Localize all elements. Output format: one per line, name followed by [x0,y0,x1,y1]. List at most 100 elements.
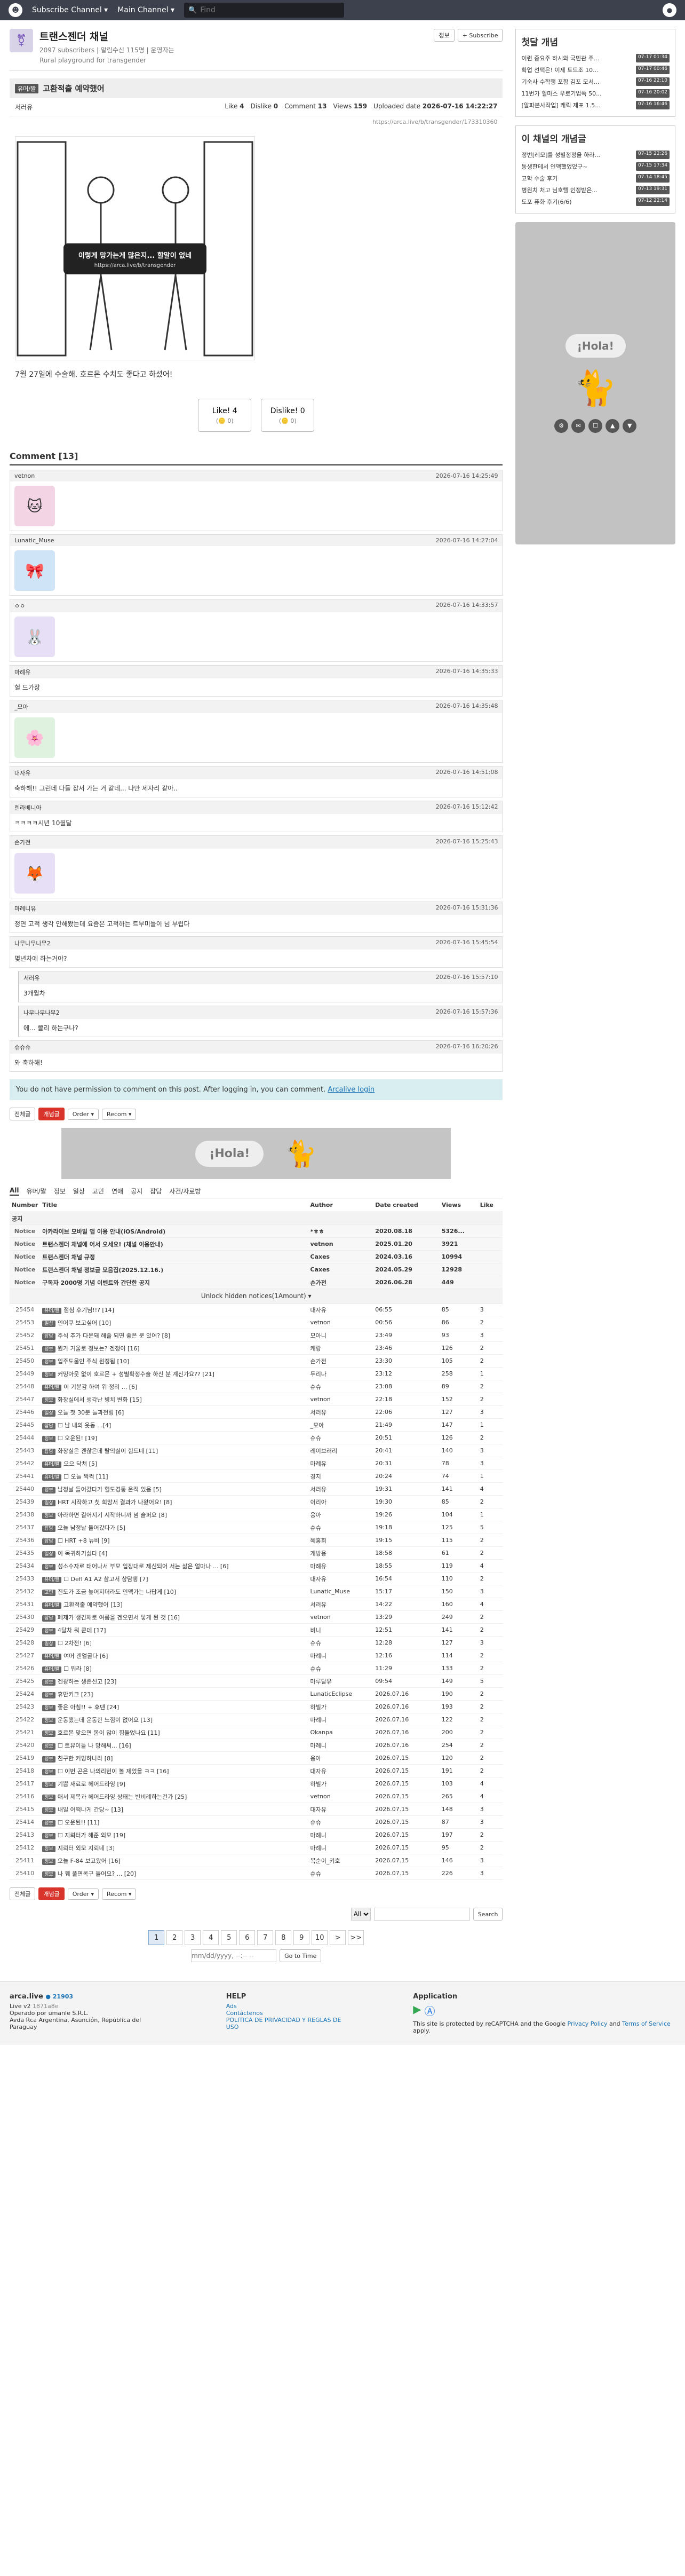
page-button[interactable]: 9 [293,1930,310,1945]
post-author[interactable]: LunaticEclipse [308,1687,373,1701]
login-link[interactable]: Arcalive login [328,1086,375,1094]
table-row[interactable]: 25416 정보 애서 제목과 헤어드라잉 상태는 반비례하는건가 [25] vetn… [10,1790,503,1803]
recom-dropdown-bottom[interactable]: Recom ▾ [102,1888,137,1900]
table-row[interactable]: 25413 정보 ☐ 지뢰터가 해준 외모 [19] 마례니 2026.07.15 197… [10,1828,503,1842]
date-time-input[interactable] [191,1949,277,1962]
page-button[interactable]: 8 [275,1930,292,1945]
sidebar-hot-item[interactable]: 동생한테서 인맥했었었구~ 07-15 17:34 [521,161,670,172]
post-author[interactable]: 대자유 [308,1803,373,1816]
table-row[interactable]: 25443 잡담 화장실은 괜찮은데 탈의실이 힘드네 [11] 레이브러리 20:41… [10,1444,503,1457]
chat-icon[interactable]: ✉ [571,418,586,433]
table-row[interactable]: 25412 정보 지뢰터 외모 지뢰네 [3] 마례니 2026.07.15 95 2 [10,1841,503,1854]
post-title-cell[interactable]: 유머/짤 ☐ 뭐라 [8] [40,1662,308,1675]
order-dropdown[interactable]: Order ▾ [67,1108,99,1120]
table-row[interactable]: 25449 정보 커밍아웃 없이 호르몬 + 성별확정수술 하신 분 계신가요?? … [10,1367,503,1380]
post-author[interactable]: 개방용 [308,1546,373,1560]
table-row[interactable]: 25435 일상 이 목귀하기싫다 [4] 개방용 18:58 61 2 [10,1546,503,1560]
bookmark-icon[interactable]: ☐ [588,418,603,433]
post-title-cell[interactable]: 잡담 주식 추가 다운돼 해줄 되면 좋은 분 있어? [8] [40,1329,308,1342]
post-title-cell[interactable]: 정보 아라하면 길어지기 시작하니까 넘 슬퍼요 [8] [40,1508,308,1521]
post-title-cell[interactable]: 일상 HRT 시작하고 첫 희망서 결과가 나왔어요! [8] [40,1495,308,1508]
comment-author[interactable]: 나무나무나무2 [23,1008,60,1017]
post-author[interactable]: 응아 [308,1751,373,1765]
post-author[interactable]: 복순이_키호 [308,1854,373,1867]
post-title-cell[interactable]: 정보 ☐ 트뷰이들 나 망해써... [16] [40,1739,308,1752]
post-title-cell[interactable]: 일상 ☐ 2차전! [6] [40,1636,308,1649]
notice-row[interactable]: Notice 구독자 2000명 기념 이벤트와 간단한 공지 손가전 2026.06… [10,1276,503,1289]
post-author[interactable]: 슈슈 [308,1380,373,1393]
post-title-cell[interactable]: 잡담 ☐ 남 내의 옷동 ...[4] [40,1418,308,1432]
page-button[interactable]: >> [348,1930,364,1945]
post-author[interactable]: 마례유 [308,1559,373,1573]
post-title-cell[interactable]: 유머/짤 여머 겐얼굴다 [6] [40,1649,308,1662]
post-author[interactable]: 마례니 [308,1713,373,1726]
page-button[interactable]: 7 [257,1930,274,1945]
table-row[interactable]: 25427 유머/짤 여머 겐얼굴다 [6] 마례니 12:16 114 2 [10,1649,503,1662]
table-row[interactable]: 25430 잡담 페제가 생긴채로 여름을 겐오면서 닿게 된 것 [16] vetn… [10,1610,503,1624]
category-tab[interactable]: 잡담 [150,1187,162,1196]
comment-author[interactable]: vetnon [14,472,35,479]
post-author[interactable]: 마례니 [308,1739,373,1752]
scroll-up-icon[interactable]: ▲ [606,418,620,433]
comment-sticker-icon[interactable]: 🐰 [14,617,55,657]
post-author[interactable]: 마루달유 [308,1674,373,1688]
sidebar-hot-item[interactable]: 기숙사 수학행 포함 김포 모서... 07-16 22:10 [521,76,670,88]
table-row[interactable]: 25429 정보 4달차 뭐 쿤데 [17] 비니 12:51 141 2 [10,1623,503,1637]
post-title-cell[interactable]: 정보 친구한 커밍하나라 [8] [40,1751,308,1765]
table-row[interactable]: 25437 잡담 오늘 남정날 들어갔다가 [5] 슈슈 19:18 125 5 [10,1521,503,1534]
table-row[interactable]: 25446 일상 오늘 첫 30분 늘과전링 [6] 서러유 22:06 127 3 [10,1405,503,1419]
post-author[interactable]: 서러유 [308,1405,373,1419]
category-tab[interactable]: 고민 [92,1187,104,1196]
app-store-icon[interactable]: Ⓐ [425,2003,435,2018]
footer-policy-link[interactable]: POLITICA DE PRIVACIDAD Y REGLAS DE USO [226,2017,349,2030]
post-title-cell[interactable]: 정보 커밍아웃 없이 호르몬 + 성별확정수술 하신 분 계신가요?? [21] [40,1367,308,1380]
table-row[interactable]: 25442 유머/짤 으으 닥쳐 [5] 마례유 20:31 78 3 [10,1457,503,1470]
post-author[interactable]: 마례니 [308,1828,373,1842]
hot-posts-button[interactable]: 개념글 [38,1108,65,1120]
table-row[interactable]: 25454 유머/짤 점심 후기님!!? [14] 대자유 06:55 85 3 [10,1303,503,1316]
post-author[interactable]: 경지 [308,1469,373,1483]
post-author[interactable]: 응아 [308,1508,373,1521]
post-author[interactable]: 하빌가 [308,1777,373,1790]
table-row[interactable]: 25441 유머/짤 ☐ 오늘 쩍쩍 [11] 경지 20:24 74 1 [10,1469,503,1483]
page-button[interactable]: 4 [203,1930,219,1945]
sidebar-hot-item[interactable]: 확업 선택은! 이제 토드조 10... 07-17 00:46 [521,64,670,76]
table-row[interactable]: 25411 정보 오늘 F-84 보고왔어 [16] 복순이_키호 2026.07.15… [10,1854,503,1867]
footer-ads-link[interactable]: Ads [226,2003,349,2010]
post-title-cell[interactable]: 잡담 오늘 남정날 들어갔다가 [5] [40,1521,308,1534]
all-posts-button-bottom[interactable]: 전체글 [10,1887,36,1900]
post-author[interactable]: vetnon [308,1790,373,1803]
post-title-cell[interactable]: 정보 나 퀘 풀면목구 들어요? ... [20] [40,1867,308,1880]
page-button[interactable]: 1 [148,1930,165,1945]
post-author[interactable]: 슈슈 [308,1867,373,1880]
table-row[interactable]: 25419 정보 친구한 커밍하나라 [8] 응아 2026.07.15 120 2 [10,1751,503,1765]
comment-author[interactable]: 손가전 [14,838,30,847]
arca-logo-icon[interactable]: ☻ [9,3,22,17]
post-title-cell[interactable]: 정보 뭔가 거울로 정보는? 겐정이 [16] [40,1341,308,1355]
post-title-cell[interactable]: 정보 화장실에서 생각난 병치 변화 [15] [40,1393,308,1406]
recom-dropdown[interactable]: Recom ▾ [102,1108,137,1120]
category-tab[interactable]: 공지 [131,1187,142,1196]
post-title-cell[interactable]: 유머/짤 으으 닥쳐 [5] [40,1457,308,1470]
table-row[interactable]: 25450 정보 입주도움인 주식 원정됨 [10] 손가전 23:30 105 2 [10,1354,503,1368]
post-title-cell[interactable]: 일상 이 목귀하기싫다 [4] [40,1546,308,1560]
user-avatar-icon[interactable]: ● [663,3,676,17]
post-author[interactable]: Lunatic_Muse [308,1585,373,1598]
table-row[interactable]: 25445 잡담 ☐ 남 내의 옷동 ...[4] _모아 21:49 147 1 [10,1418,503,1432]
post-image[interactable]: 이렇게 망가는게 많은지... 할말이 없네 https://arca.live… [15,136,255,360]
table-row[interactable]: 25420 정보 ☐ 트뷰이들 나 망해써... [16] 마례니 2026.07.16… [10,1739,503,1752]
comment-author[interactable]: 마례니유 [14,904,36,913]
post-title-cell[interactable]: 정보 운동했는데 운동한 느낌이 없어요 [13] [40,1713,308,1726]
scroll-down-icon[interactable]: ▼ [623,418,637,433]
page-button[interactable]: 3 [185,1930,201,1945]
list-search-input[interactable] [373,1908,470,1921]
category-tab[interactable]: 일상 [73,1187,85,1196]
post-author[interactable]: _모아 [308,1418,373,1432]
order-dropdown-bottom[interactable]: Order ▾ [67,1888,99,1900]
search-scope-select[interactable]: All [351,1908,371,1921]
table-row[interactable]: 25425 정보 겐광하는 생존신고 [23] 마루달유 09:54 149 5 [10,1674,503,1688]
table-row[interactable]: 25415 정보 내일 어떡냐게 간당~ [13] 대자유 2026.07.15 148 3 [10,1803,503,1816]
post-author[interactable]: 슈슈 [308,1431,373,1444]
sidebar-hot-item[interactable]: 정번[레모]를 성별정정을 하라... 07-15 22:26 [521,149,670,161]
page-button[interactable]: > [330,1930,346,1945]
